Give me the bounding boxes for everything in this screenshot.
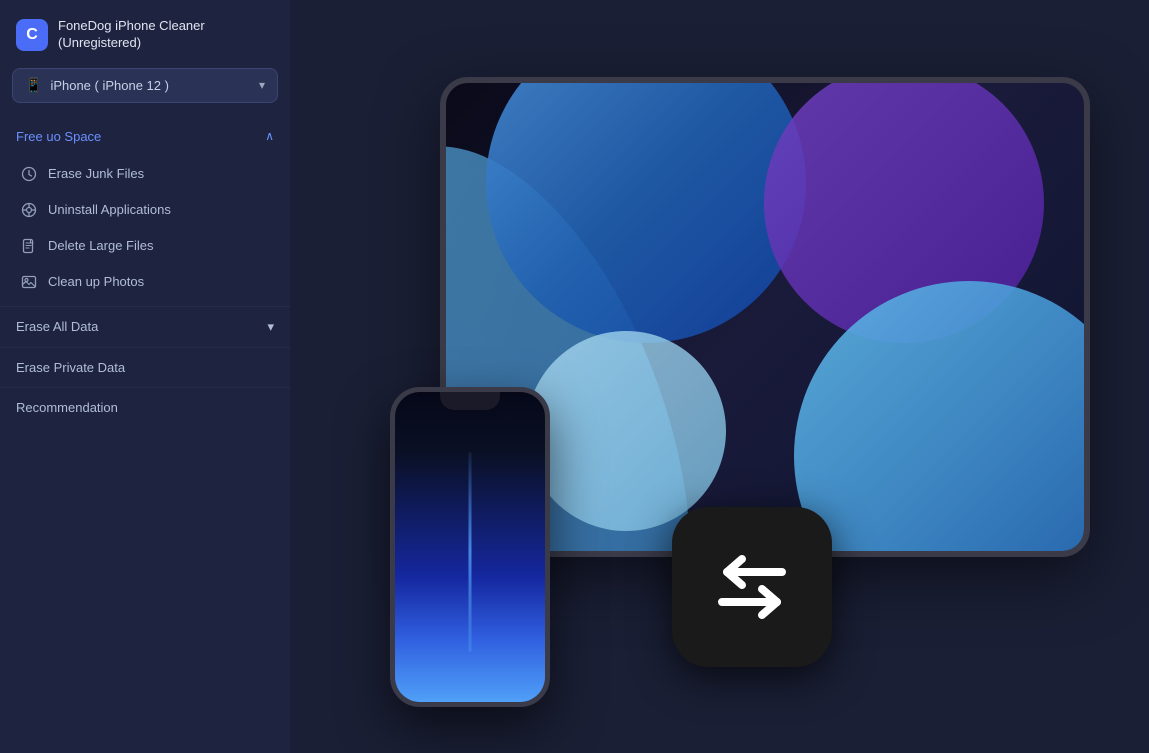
transfer-icon: [672, 507, 832, 667]
phone-icon: 📱: [25, 77, 42, 94]
transfer-arrows-svg: [697, 547, 807, 627]
sidebar-header: C FoneDog iPhone Cleaner (Unregistered): [0, 0, 290, 68]
devices-scene: [330, 27, 1110, 727]
erase-private-data-label: Erase Private Data: [16, 360, 125, 375]
recommendation-label: Recommendation: [16, 400, 118, 415]
app-title: FoneDog iPhone Cleaner (Unregistered): [58, 18, 205, 52]
app-container: C FoneDog iPhone Cleaner (Unregistered) …: [0, 0, 1149, 753]
transfer-icon-container: [672, 507, 832, 667]
iphone-notch: [440, 392, 500, 410]
erase-junk-label: Erase Junk Files: [48, 166, 144, 181]
iphone-beam: [468, 452, 471, 652]
sidebar-item-erase-junk[interactable]: Erase Junk Files: [0, 156, 290, 192]
sidebar: C FoneDog iPhone Cleaner (Unregistered) …: [0, 0, 290, 753]
app-logo: C: [16, 19, 48, 51]
sidebar-item-erase-all-data[interactable]: Erase All Data ▾: [0, 306, 290, 347]
sidebar-item-recommendation[interactable]: Recommendation: [0, 387, 290, 427]
file-icon: [20, 237, 38, 255]
free-up-space-items: Erase Junk Files: [0, 154, 290, 302]
delete-large-label: Delete Large Files: [48, 238, 154, 253]
iphone-screen: [395, 392, 545, 702]
device-name: iPhone ( iPhone 12 ): [50, 78, 169, 93]
photo-icon: [20, 273, 38, 291]
sidebar-nav: Free uo Space ∧ Erase Junk Files: [0, 111, 290, 753]
clock-icon: [20, 165, 38, 183]
uninstall-apps-label: Uninstall Applications: [48, 202, 171, 217]
chevron-down-icon: ▾: [259, 78, 265, 92]
cleanup-photos-label: Clean up Photos: [48, 274, 144, 289]
free-up-space-chevron: ∧: [265, 129, 274, 143]
sidebar-item-delete-large[interactable]: Delete Large Files: [0, 228, 290, 264]
free-up-space-header[interactable]: Free uo Space ∧: [0, 119, 290, 154]
bg-circle-4: [526, 331, 726, 531]
erase-all-data-chevron: ▾: [267, 319, 274, 335]
erase-all-data-label: Erase All Data: [16, 319, 98, 334]
sidebar-item-cleanup-photos[interactable]: Clean up Photos: [0, 264, 290, 300]
iphone-device: [390, 387, 550, 707]
device-selector[interactable]: 📱 iPhone ( iPhone 12 ) ▾: [12, 68, 278, 103]
sidebar-item-uninstall-apps[interactable]: Uninstall Applications: [0, 192, 290, 228]
app-icon: [20, 201, 38, 219]
sidebar-item-erase-private-data[interactable]: Erase Private Data: [0, 347, 290, 387]
main-content: [290, 0, 1149, 753]
free-up-space-title: Free uo Space: [16, 129, 101, 144]
nav-section-free-up-space: Free uo Space ∧ Erase Junk Files: [0, 119, 290, 302]
